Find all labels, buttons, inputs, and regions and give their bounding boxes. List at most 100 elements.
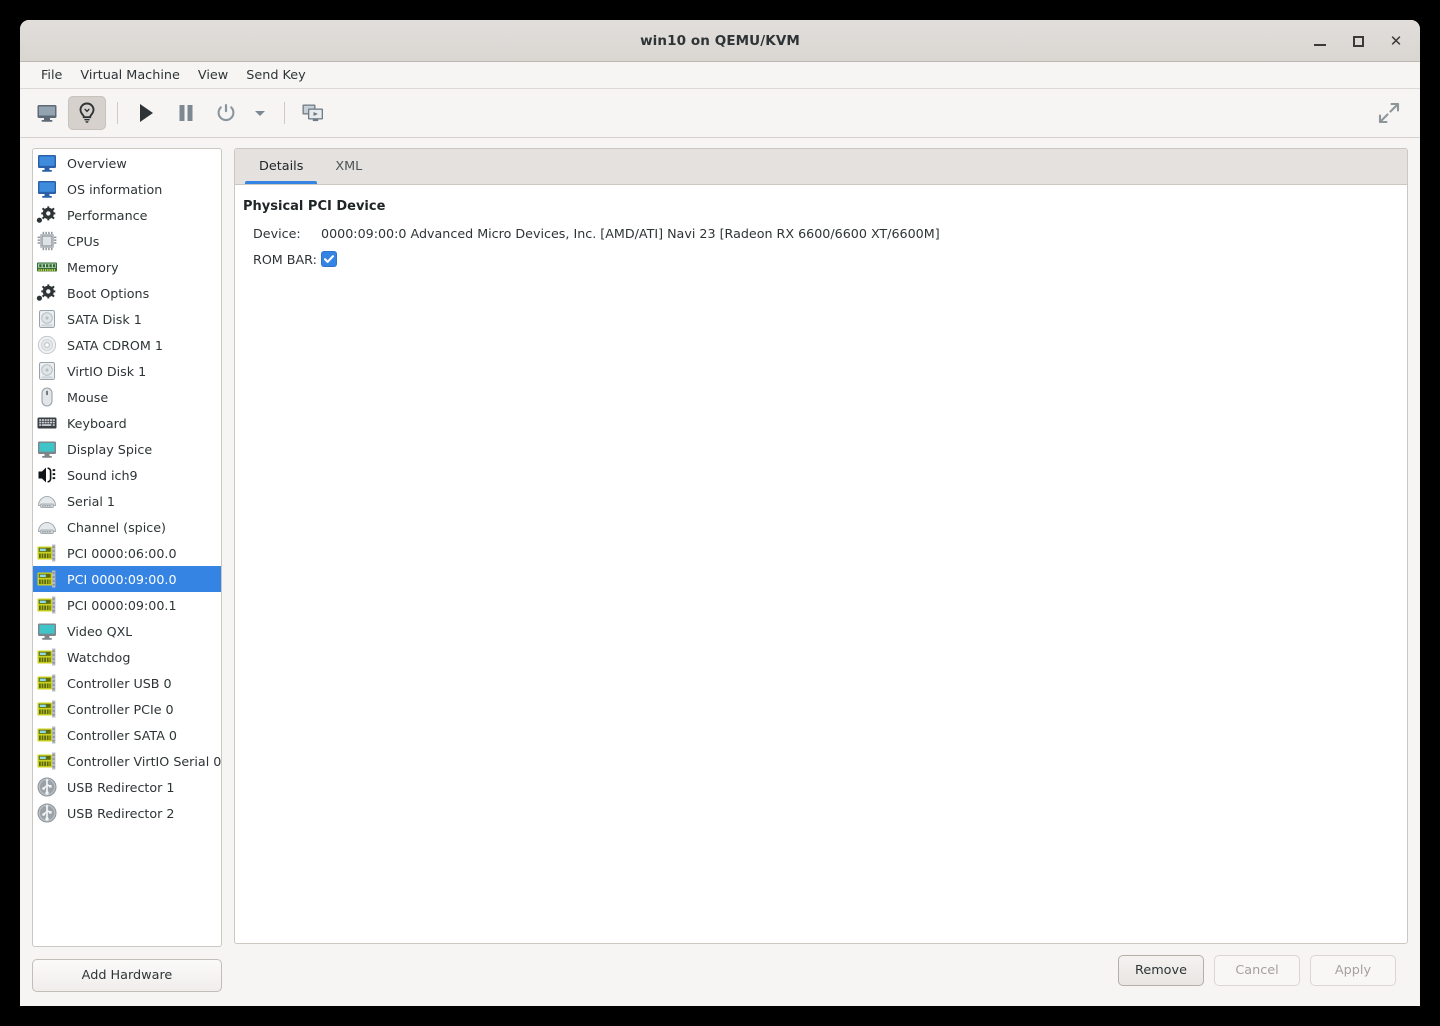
tabbar: Details XML <box>235 149 1407 185</box>
gear-icon <box>36 204 58 226</box>
panel-content: Physical PCI Device Device: 0000:09:00:0… <box>235 185 1407 943</box>
monitor-icon <box>36 103 58 123</box>
menu-file[interactable]: File <box>32 65 71 86</box>
sidebar-item-controller-sata-0[interactable]: Controller SATA 0 <box>33 722 221 748</box>
menu-view[interactable]: View <box>189 65 237 86</box>
shutdown-button[interactable] <box>207 96 245 130</box>
window-controls: ✕ <box>1306 20 1410 62</box>
sidebar-item-usb-redirector-2[interactable]: USB Redirector 2 <box>33 800 221 826</box>
sidebar-item-keyboard[interactable]: Keyboard <box>33 410 221 436</box>
section-title: Physical PCI Device <box>243 199 386 214</box>
sidebar-item-overview[interactable]: Overview <box>33 150 221 176</box>
hardware-list[interactable]: Overview OS information Performance CPUs Mem… <box>32 148 222 947</box>
apply-button[interactable]: Apply <box>1310 954 1396 986</box>
chevron-down-icon <box>253 108 267 118</box>
run-button[interactable] <box>127 96 165 130</box>
sidebar-item-label: Channel (spice) <box>67 519 166 535</box>
sidebar-item-label: Video QXL <box>67 623 133 639</box>
device-label: Device: <box>253 225 301 241</box>
pci-card-icon <box>36 724 58 746</box>
maximize-button[interactable] <box>1344 27 1372 55</box>
close-button[interactable]: ✕ <box>1382 27 1410 55</box>
sidebar-item-label: SATA Disk 1 <box>67 311 142 327</box>
sidebar-item-watchdog[interactable]: Watchdog <box>33 644 221 670</box>
sidebar-item-pci-0000-09-00-0[interactable]: PCI 0000:09:00.0 <box>33 566 221 592</box>
sidebar-item-pci-0000-09-00-1[interactable]: PCI 0000:09:00.1 <box>33 592 221 618</box>
device-value: 0000:09:00:0 Advanced Micro Devices, Inc… <box>321 225 940 241</box>
pause-button[interactable] <box>167 96 205 130</box>
usb-icon <box>36 776 58 798</box>
sidebar-item-label: Watchdog <box>67 649 131 665</box>
sidebar-item-pci-0000-06-00-0[interactable]: PCI 0000:06:00.0 <box>33 540 221 566</box>
sidebar-item-sata-disk-1[interactable]: SATA Disk 1 <box>33 306 221 332</box>
sidebar-item-cpus[interactable]: CPUs <box>33 228 221 254</box>
shutdown-menu-button[interactable] <box>247 96 273 130</box>
pci-card-icon <box>36 568 58 590</box>
add-hardware-wrap: Add Hardware <box>32 947 222 1006</box>
sidebar-item-boot-options[interactable]: Boot Options <box>33 280 221 306</box>
sidebar-item-label: Controller PCIe 0 <box>67 701 174 717</box>
sidebar-item-channel-spice[interactable]: Channel (spice) <box>33 514 221 540</box>
sidebar-item-label: Overview <box>67 155 127 171</box>
pci-card-icon <box>36 542 58 564</box>
tab-xml[interactable]: XML <box>319 149 378 184</box>
usb-icon <box>36 802 58 824</box>
fullscreen-button[interactable] <box>1370 96 1408 130</box>
sidebar-item-label: PCI 0000:09:00.0 <box>67 571 177 587</box>
toolbar-separator-2 <box>284 102 285 124</box>
sidebar-item-label: Serial 1 <box>67 493 116 509</box>
rom-bar-checkbox[interactable] <box>321 251 337 267</box>
memory-stick-icon <box>36 256 58 278</box>
show-console-button[interactable] <box>28 96 66 130</box>
menu-virtual-machine[interactable]: Virtual Machine <box>71 65 188 86</box>
toolbar <box>20 89 1420 138</box>
sidebar-item-label: Keyboard <box>67 415 127 431</box>
sidebar-item-label: Controller VirtIO Serial 0 <box>67 753 221 769</box>
maximize-icon <box>1352 35 1364 47</box>
sidebar-item-virtio-disk-1[interactable]: VirtIO Disk 1 <box>33 358 221 384</box>
sidebar-item-usb-redirector-1[interactable]: USB Redirector 1 <box>33 774 221 800</box>
details-panel: Details XML Physical PCI Device Device: … <box>234 148 1408 944</box>
cancel-button[interactable]: Cancel <box>1214 954 1300 986</box>
rom-bar-label: ROM BAR: <box>253 251 317 267</box>
minimize-button[interactable] <box>1306 27 1334 55</box>
sidebar-item-mouse[interactable]: Mouse <box>33 384 221 410</box>
serial-port-icon <box>36 490 58 512</box>
sidebar-item-label: Memory <box>67 259 119 275</box>
menu-send-key[interactable]: Send Key <box>237 65 315 86</box>
sidebar-item-performance[interactable]: Performance <box>33 202 221 228</box>
pci-card-icon <box>36 698 58 720</box>
sidebar-item-label: USB Redirector 1 <box>67 779 175 795</box>
sidebar-item-sata-cdrom-1[interactable]: SATA CDROM 1 <box>33 332 221 358</box>
sidebar-item-label: Mouse <box>67 389 109 405</box>
keyboard-icon <box>36 412 58 434</box>
remove-button[interactable]: Remove <box>1118 954 1204 986</box>
sidebar-item-controller-virtio-serial-0[interactable]: Controller VirtIO Serial 0 <box>33 748 221 774</box>
snapshots-button[interactable] <box>294 96 332 130</box>
tab-details[interactable]: Details <box>243 149 319 184</box>
show-hardware-details-button[interactable] <box>68 96 106 130</box>
toolbar-separator-1 <box>117 102 118 124</box>
monitor-icon <box>36 178 58 200</box>
sidebar-item-label: Controller SATA 0 <box>67 727 177 743</box>
sidebar-item-sound-ich9[interactable]: Sound ich9 <box>33 462 221 488</box>
pci-card-icon <box>36 750 58 772</box>
sidebar-item-serial-1[interactable]: Serial 1 <box>33 488 221 514</box>
sidebar-item-memory[interactable]: Memory <box>33 254 221 280</box>
add-hardware-button[interactable]: Add Hardware <box>32 959 222 992</box>
sidebar-item-label: Display Spice <box>67 441 153 457</box>
minimize-icon <box>1314 43 1326 46</box>
window-title: win10 on QEMU/KVM <box>640 32 800 49</box>
titlebar: win10 on QEMU/KVM ✕ <box>20 20 1420 62</box>
virt-manager-window: win10 on QEMU/KVM ✕ File Virtual Machine… <box>20 20 1420 1006</box>
sidebar-item-video-qxl[interactable]: Video QXL <box>33 618 221 644</box>
sidebar-item-controller-usb-0[interactable]: Controller USB 0 <box>33 670 221 696</box>
main-panel-column: Details XML Physical PCI Device Device: … <box>234 148 1408 1006</box>
sidebar-item-controller-pcie-0[interactable]: Controller PCIe 0 <box>33 696 221 722</box>
harddisk-icon <box>36 308 58 330</box>
device-field-row: Device: 0000:09:00:0 Advanced Micro Devi… <box>243 221 1393 245</box>
sidebar-item-display-spice[interactable]: Display Spice <box>33 436 221 462</box>
screens-icon <box>301 102 325 124</box>
pci-card-icon <box>36 594 58 616</box>
sidebar-item-os-information[interactable]: OS information <box>33 176 221 202</box>
